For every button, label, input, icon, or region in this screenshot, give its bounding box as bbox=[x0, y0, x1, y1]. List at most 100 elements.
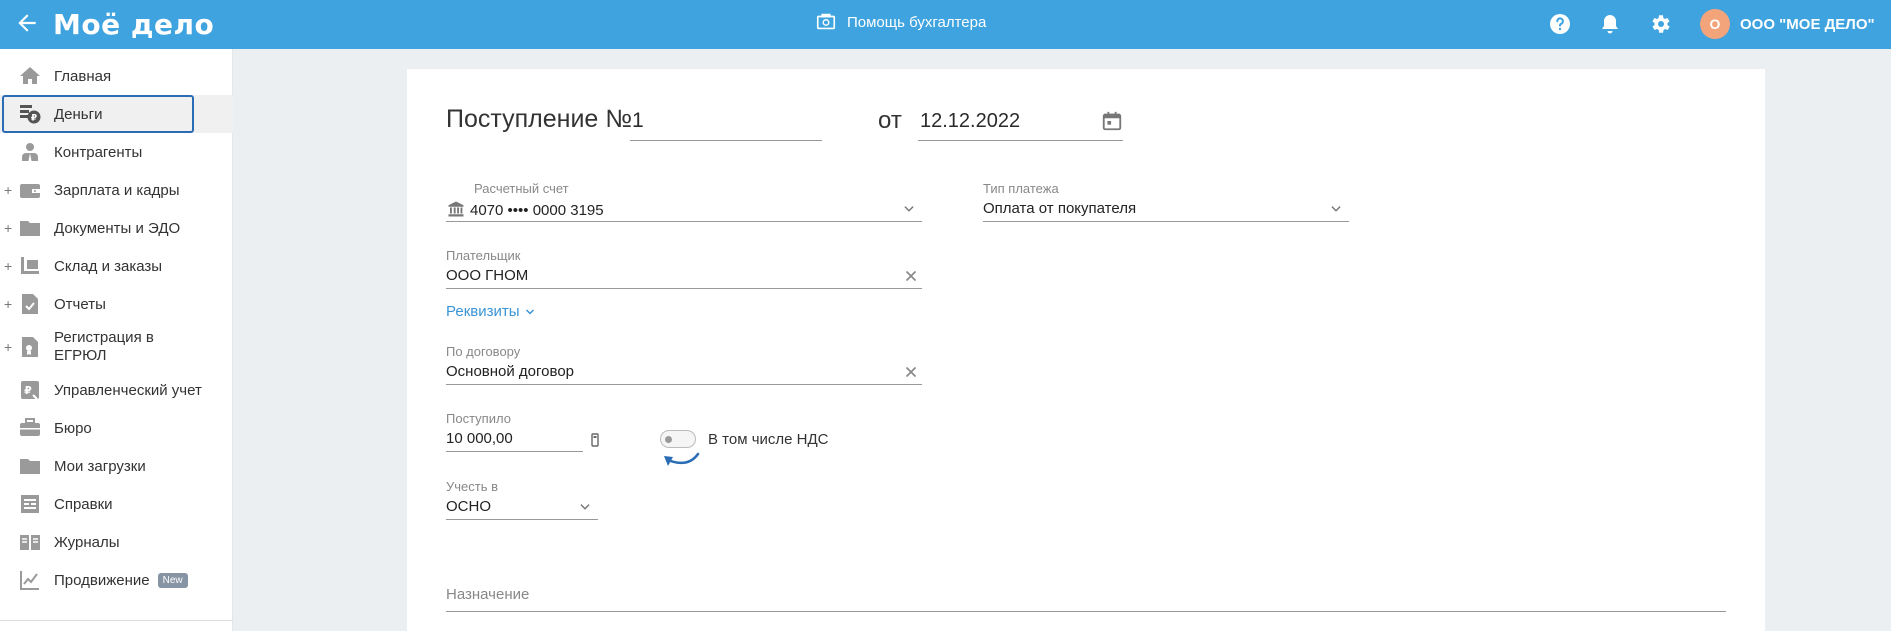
notifications-button[interactable] bbox=[1598, 12, 1622, 36]
vat-toggle-row[interactable]: В том числе НДС bbox=[660, 430, 828, 448]
sidebar-item-downloads[interactable]: Мои загрузки bbox=[0, 447, 233, 485]
contractor-icon bbox=[18, 140, 42, 164]
expand-icon[interactable]: + bbox=[4, 296, 12, 312]
briefcase-icon bbox=[18, 416, 42, 440]
vat-toggle[interactable] bbox=[660, 430, 696, 448]
sidebar-item-label: Документы и ЭДО bbox=[54, 219, 181, 237]
journal-icon bbox=[18, 530, 42, 554]
sidebar-item-label: Справки bbox=[54, 495, 113, 513]
sidebar-item-label: Мои загрузки bbox=[54, 457, 146, 475]
sidebar-divider bbox=[0, 620, 233, 621]
organization-menu[interactable]: О ООО "МОЕ ДЕЛО" bbox=[1700, 9, 1875, 39]
contract-value-row: Основной договор bbox=[446, 363, 922, 385]
reference-icon bbox=[18, 492, 42, 516]
sidebar-item-promotion[interactable]: Продвижение New bbox=[0, 561, 233, 599]
promotion-icon bbox=[18, 568, 42, 592]
arrow-left-icon bbox=[18, 14, 36, 32]
tax-system-label: Учесть в bbox=[446, 479, 499, 494]
payer-label: Плательщик bbox=[446, 248, 521, 263]
account-value-row: 4070 •••• 0000 3195 bbox=[446, 200, 922, 222]
svg-text:₽: ₽ bbox=[31, 114, 37, 124]
requisites-label: Реквизиты bbox=[446, 303, 520, 320]
sidebar-item-salary[interactable]: + Зарплата и кадры bbox=[0, 171, 233, 209]
amount-value-row: 10 000,00 bbox=[446, 430, 583, 452]
sidebar-item-label: Регистрация в ЕГРЮЛ bbox=[54, 329, 154, 365]
expand-icon[interactable]: + bbox=[4, 258, 12, 274]
back-button[interactable] bbox=[14, 10, 44, 38]
sidebar-item-contractors[interactable]: Контрагенты bbox=[0, 133, 233, 171]
payment-type-value: Оплата от покупателя bbox=[983, 200, 1137, 217]
sidebar-item-label: Продвижение New bbox=[54, 572, 188, 589]
expand-icon[interactable]: + bbox=[4, 220, 12, 236]
date-prefix: от bbox=[878, 107, 902, 134]
amount-value: 10 000,00 bbox=[446, 430, 513, 447]
chevron-down-icon[interactable] bbox=[1329, 202, 1343, 216]
home-icon bbox=[18, 64, 42, 88]
income-form: Поступление № 1 от 12.12.2022 Расчетный … bbox=[407, 69, 1765, 631]
sidebar-item-home[interactable]: Главная bbox=[0, 57, 233, 95]
amount-field[interactable]: Поступило 10 000,00 bbox=[446, 411, 583, 452]
folder-icon bbox=[18, 216, 42, 240]
clear-icon[interactable] bbox=[902, 363, 920, 381]
bank-icon bbox=[448, 201, 464, 217]
sidebar-item-warehouse[interactable]: + Склад и заказы bbox=[0, 247, 233, 285]
chevron-down-icon[interactable] bbox=[578, 500, 592, 514]
chevron-down-icon[interactable] bbox=[902, 202, 916, 216]
purpose-input[interactable]: Назначение bbox=[446, 586, 1726, 612]
account-label: Расчетный счет bbox=[474, 181, 569, 196]
sidebar-item-documents[interactable]: + Документы и ЭДО bbox=[0, 209, 233, 247]
help-label: Помощь бухгалтера bbox=[847, 13, 987, 31]
contract-label: По договору bbox=[446, 344, 521, 359]
top-bar: Моё дело Помощь бухгалтера О ООО "МОЕ ДЕ… bbox=[0, 0, 1891, 49]
new-badge: New bbox=[157, 573, 188, 589]
promotion-label: Продвижение bbox=[54, 571, 150, 589]
sidebar-item-money[interactable]: ₽ Деньги bbox=[0, 95, 233, 133]
label-line-2: ЕГРЮЛ bbox=[54, 347, 107, 364]
sidebar-item-label: Зарплата и кадры bbox=[54, 181, 180, 199]
sidebar-item-label: Отчеты bbox=[54, 295, 106, 313]
account-select[interactable]: Расчетный счет 4070 •••• 0000 3195 bbox=[446, 181, 922, 222]
tax-system-select[interactable]: Учесть в ОСНО bbox=[446, 479, 598, 520]
expand-icon[interactable]: + bbox=[4, 182, 12, 198]
document-date-input[interactable]: 12.12.2022 bbox=[918, 105, 1123, 141]
sidebar-item-reports[interactable]: + Отчеты bbox=[0, 285, 233, 323]
calendar-icon[interactable] bbox=[1101, 110, 1123, 132]
sidebar-item-bureau[interactable]: Бюро bbox=[0, 409, 233, 447]
bell-icon bbox=[1602, 15, 1618, 34]
sidebar-item-management[interactable]: ₽ Управленческий учет bbox=[0, 371, 233, 409]
sidebar-item-journals[interactable]: Журналы bbox=[0, 523, 233, 561]
sidebar-item-label: Склад и заказы bbox=[54, 257, 163, 275]
payer-field[interactable]: Плательщик ООО ГНОМ bbox=[446, 248, 922, 289]
tax-system-value-row: ОСНО bbox=[446, 498, 598, 520]
page-title: Поступление № bbox=[446, 105, 633, 133]
calculator-icon[interactable] bbox=[590, 433, 600, 447]
contract-field[interactable]: По договору Основной договор bbox=[446, 344, 922, 385]
date-value: 12.12.2022 bbox=[920, 110, 1021, 132]
requisites-toggle-link[interactable]: Реквизиты bbox=[446, 303, 536, 320]
document-number-input[interactable]: 1 bbox=[630, 105, 822, 141]
sidebar-item-label: Главная bbox=[54, 67, 112, 85]
contract-value: Основной договор bbox=[446, 363, 574, 380]
sidebar-item-label: Управленческий учет bbox=[54, 381, 202, 399]
expand-icon[interactable]: + bbox=[4, 339, 12, 355]
clear-icon[interactable] bbox=[902, 267, 920, 285]
downloads-folder-icon bbox=[18, 454, 42, 478]
payment-type-select[interactable]: Тип платежа Оплата от покупателя bbox=[983, 181, 1349, 222]
settings-button[interactable] bbox=[1648, 12, 1672, 36]
hint-arrow-icon bbox=[664, 452, 700, 466]
sidebar-item-references[interactable]: Справки bbox=[0, 485, 233, 523]
app-logo[interactable]: Моё дело bbox=[53, 8, 214, 41]
tax-system-value: ОСНО bbox=[446, 498, 491, 515]
help-button[interactable] bbox=[1548, 12, 1572, 36]
sidebar-item-label: Контрагенты bbox=[54, 143, 143, 161]
gear-icon bbox=[1652, 15, 1670, 33]
label-line-1: Регистрация в bbox=[54, 329, 154, 346]
cart-icon bbox=[18, 254, 42, 278]
money-icon: ₽ bbox=[18, 102, 42, 126]
accountant-help-link[interactable]: Помощь бухгалтера bbox=[815, 11, 986, 33]
organization-name: ООО "МОЕ ДЕЛО" bbox=[1740, 15, 1875, 33]
sidebar-item-registration[interactable]: + Регистрация в ЕГРЮЛ bbox=[0, 323, 233, 371]
payer-value-row: ООО ГНОМ bbox=[446, 267, 922, 289]
management-icon: ₽ bbox=[18, 378, 42, 402]
sidebar: Главная ₽ Деньги Контрагенты + Зарплата … bbox=[0, 49, 233, 631]
